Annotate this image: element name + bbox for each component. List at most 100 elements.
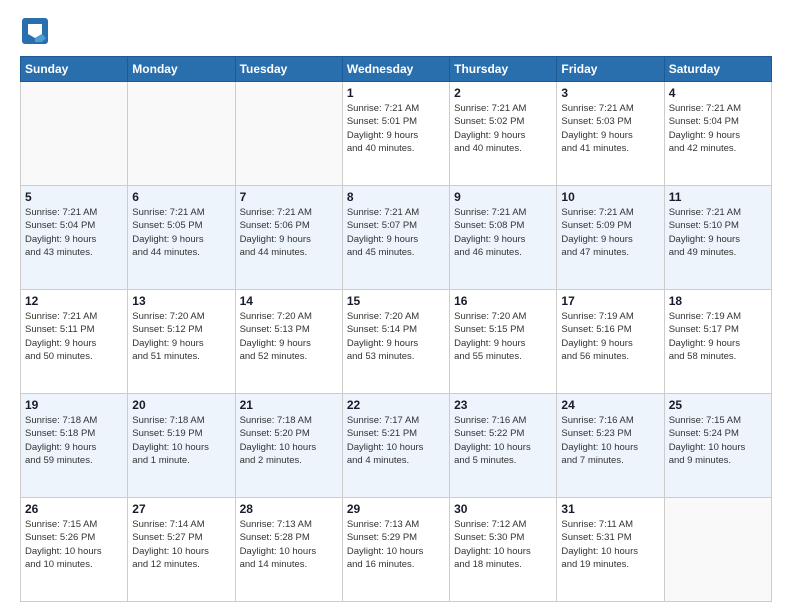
calendar-week-row: 5Sunrise: 7:21 AM Sunset: 5:04 PM Daylig… [21, 186, 772, 290]
calendar-cell: 22 Sunrise: 7:17 AM Sunset: 5:21 PM Dayli… [342, 394, 449, 498]
calendar-cell: 26 Sunrise: 7:15 AM Sunset: 5:26 PM Dayli… [21, 498, 128, 602]
day-info: Sunrise: 7:21 AM Sunset: 5:02 PM Dayligh… [454, 102, 552, 155]
day-info: Sunrise: 7:21 AM Sunset: 5:07 PM Dayligh… [347, 206, 445, 259]
calendar-cell: 3 Sunrise: 7:21 AM Sunset: 5:03 PM Daylig… [557, 82, 664, 186]
calendar-cell: 30Sunrise: 7:12 AM Sunset: 5:30 PM Dayli… [450, 498, 557, 602]
weekday-header-tuesday: Tuesday [235, 57, 342, 82]
day-number: 4 [669, 86, 767, 100]
day-number: 3 [561, 86, 659, 100]
day-info: Sunrise: 7:15 AM Sunset: 5:24 PM Dayligh… [669, 414, 767, 467]
calendar-cell: 31 Sunrise: 7:11 AM Sunset: 5:31 PM Dayli… [557, 498, 664, 602]
day-info: Sunrise: 7:20 AM Sunset: 5:14 PM Dayligh… [347, 310, 445, 363]
day-info: Sunrise: 7:21 AM Sunset: 5:09 PM Dayligh… [561, 206, 659, 259]
day-info: Sunrise: 7:21 AM Sunset: 5:03 PM Dayligh… [561, 102, 659, 155]
calendar-cell: 20 Sunrise: 7:18 AM Sunset: 5:19 PM Dayli… [128, 394, 235, 498]
calendar-week-row: 26 Sunrise: 7:15 AM Sunset: 5:26 PM Dayli… [21, 498, 772, 602]
day-info: Sunrise: 7:13 AM Sunset: 5:28 PM Dayligh… [240, 518, 338, 571]
calendar-cell: 6 Sunrise: 7:21 AM Sunset: 5:05 PM Daylig… [128, 186, 235, 290]
calendar-cell: 9 Sunrise: 7:21 AM Sunset: 5:08 PM Daylig… [450, 186, 557, 290]
day-info: Sunrise: 7:15 AM Sunset: 5:26 PM Dayligh… [25, 518, 123, 571]
day-number: 21 [240, 398, 338, 412]
weekday-header-sunday: Sunday [21, 57, 128, 82]
calendar-cell: 4Sunrise: 7:21 AM Sunset: 5:04 PM Daylig… [664, 82, 771, 186]
logo [20, 16, 54, 46]
day-info: Sunrise: 7:11 AM Sunset: 5:31 PM Dayligh… [561, 518, 659, 571]
day-number: 19 [25, 398, 123, 412]
day-number: 6 [132, 190, 230, 204]
day-info: Sunrise: 7:18 AM Sunset: 5:20 PM Dayligh… [240, 414, 338, 467]
day-info: Sunrise: 7:18 AM Sunset: 5:19 PM Dayligh… [132, 414, 230, 467]
day-number: 13 [132, 294, 230, 308]
day-number: 7 [240, 190, 338, 204]
day-info: Sunrise: 7:21 AM Sunset: 5:05 PM Dayligh… [132, 206, 230, 259]
calendar-cell [128, 82, 235, 186]
day-info: Sunrise: 7:20 AM Sunset: 5:13 PM Dayligh… [240, 310, 338, 363]
calendar-cell: 14 Sunrise: 7:20 AM Sunset: 5:13 PM Dayli… [235, 290, 342, 394]
day-info: Sunrise: 7:21 AM Sunset: 5:06 PM Dayligh… [240, 206, 338, 259]
calendar-cell: 8 Sunrise: 7:21 AM Sunset: 5:07 PM Daylig… [342, 186, 449, 290]
weekday-header-saturday: Saturday [664, 57, 771, 82]
calendar-cell: 16Sunrise: 7:20 AM Sunset: 5:15 PM Dayli… [450, 290, 557, 394]
day-number: 25 [669, 398, 767, 412]
page: SundayMondayTuesdayWednesdayThursdayFrid… [0, 0, 792, 612]
day-number: 30 [454, 502, 552, 516]
day-number: 23 [454, 398, 552, 412]
calendar-cell: 18Sunrise: 7:19 AM Sunset: 5:17 PM Dayli… [664, 290, 771, 394]
day-number: 2 [454, 86, 552, 100]
day-number: 14 [240, 294, 338, 308]
day-number: 1 [347, 86, 445, 100]
day-number: 12 [25, 294, 123, 308]
calendar-cell [235, 82, 342, 186]
calendar-cell: 29 Sunrise: 7:13 AM Sunset: 5:29 PM Dayli… [342, 498, 449, 602]
day-info: Sunrise: 7:13 AM Sunset: 5:29 PM Dayligh… [347, 518, 445, 571]
calendar-cell: 19 Sunrise: 7:18 AM Sunset: 5:18 PM Dayli… [21, 394, 128, 498]
day-info: Sunrise: 7:21 AM Sunset: 5:04 PM Dayligh… [25, 206, 123, 259]
day-number: 11 [669, 190, 767, 204]
day-number: 18 [669, 294, 767, 308]
day-number: 26 [25, 502, 123, 516]
calendar-week-row: 12 Sunrise: 7:21 AM Sunset: 5:11 PM Dayli… [21, 290, 772, 394]
calendar-table: SundayMondayTuesdayWednesdayThursdayFrid… [20, 56, 772, 602]
day-info: Sunrise: 7:19 AM Sunset: 5:16 PM Dayligh… [561, 310, 659, 363]
logo-icon [20, 16, 50, 46]
day-info: Sunrise: 7:21 AM Sunset: 5:11 PM Dayligh… [25, 310, 123, 363]
day-info: Sunrise: 7:18 AM Sunset: 5:18 PM Dayligh… [25, 414, 123, 467]
day-number: 9 [454, 190, 552, 204]
calendar-cell: 15Sunrise: 7:20 AM Sunset: 5:14 PM Dayli… [342, 290, 449, 394]
calendar-cell: 1 Sunrise: 7:21 AM Sunset: 5:01 PM Daylig… [342, 82, 449, 186]
calendar-week-row: 19 Sunrise: 7:18 AM Sunset: 5:18 PM Dayli… [21, 394, 772, 498]
day-info: Sunrise: 7:21 AM Sunset: 5:08 PM Dayligh… [454, 206, 552, 259]
day-number: 17 [561, 294, 659, 308]
day-info: Sunrise: 7:21 AM Sunset: 5:10 PM Dayligh… [669, 206, 767, 259]
day-info: Sunrise: 7:16 AM Sunset: 5:22 PM Dayligh… [454, 414, 552, 467]
day-number: 28 [240, 502, 338, 516]
calendar-cell: 11 Sunrise: 7:21 AM Sunset: 5:10 PM Dayli… [664, 186, 771, 290]
weekday-header-monday: Monday [128, 57, 235, 82]
day-number: 8 [347, 190, 445, 204]
day-number: 20 [132, 398, 230, 412]
weekday-header-wednesday: Wednesday [342, 57, 449, 82]
weekday-header-thursday: Thursday [450, 57, 557, 82]
calendar-cell: 12 Sunrise: 7:21 AM Sunset: 5:11 PM Dayli… [21, 290, 128, 394]
day-number: 16 [454, 294, 552, 308]
calendar-cell: 2 Sunrise: 7:21 AM Sunset: 5:02 PM Daylig… [450, 82, 557, 186]
calendar-cell: 23 Sunrise: 7:16 AM Sunset: 5:22 PM Dayli… [450, 394, 557, 498]
day-number: 27 [132, 502, 230, 516]
calendar-cell: 25 Sunrise: 7:15 AM Sunset: 5:24 PM Dayli… [664, 394, 771, 498]
calendar-cell: 28 Sunrise: 7:13 AM Sunset: 5:28 PM Dayli… [235, 498, 342, 602]
day-info: Sunrise: 7:21 AM Sunset: 5:01 PM Dayligh… [347, 102, 445, 155]
calendar-cell: 5Sunrise: 7:21 AM Sunset: 5:04 PM Daylig… [21, 186, 128, 290]
calendar-cell [21, 82, 128, 186]
calendar-cell: 17 Sunrise: 7:19 AM Sunset: 5:16 PM Dayli… [557, 290, 664, 394]
calendar-cell: 21 Sunrise: 7:18 AM Sunset: 5:20 PM Dayli… [235, 394, 342, 498]
calendar-cell [664, 498, 771, 602]
day-info: Sunrise: 7:20 AM Sunset: 5:12 PM Dayligh… [132, 310, 230, 363]
weekday-header-row: SundayMondayTuesdayWednesdayThursdayFrid… [21, 57, 772, 82]
day-info: Sunrise: 7:17 AM Sunset: 5:21 PM Dayligh… [347, 414, 445, 467]
day-number: 22 [347, 398, 445, 412]
day-number: 31 [561, 502, 659, 516]
day-info: Sunrise: 7:16 AM Sunset: 5:23 PM Dayligh… [561, 414, 659, 467]
day-number: 10 [561, 190, 659, 204]
day-number: 29 [347, 502, 445, 516]
calendar-cell: 10 Sunrise: 7:21 AM Sunset: 5:09 PM Dayli… [557, 186, 664, 290]
